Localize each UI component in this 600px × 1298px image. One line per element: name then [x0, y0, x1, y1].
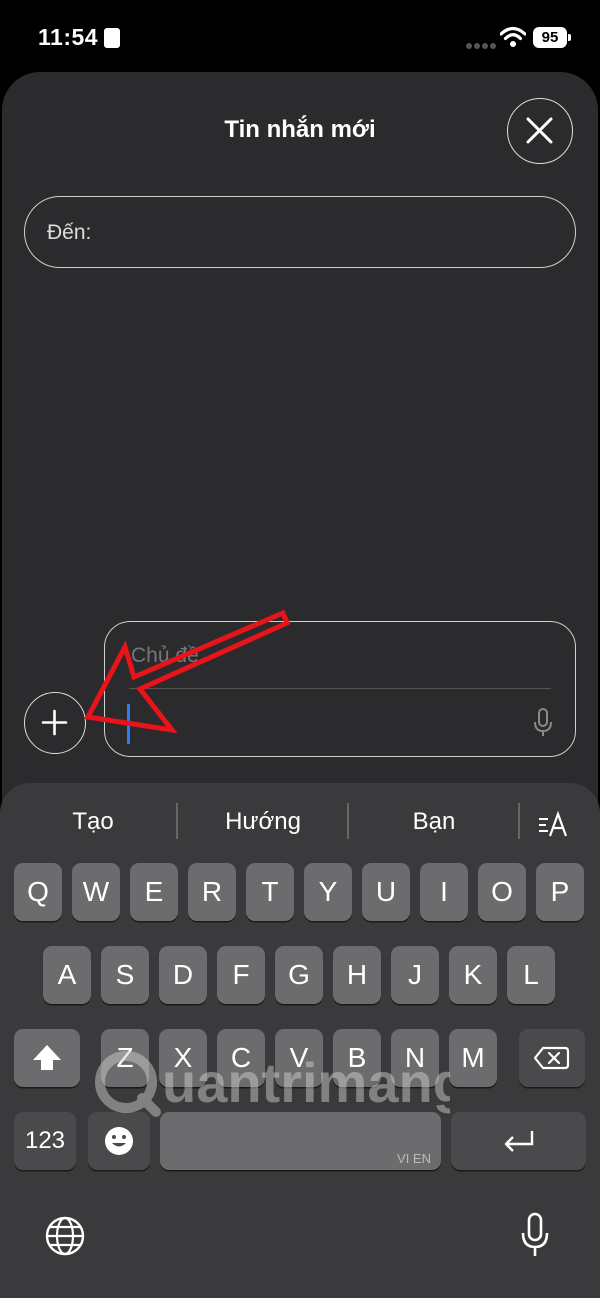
key-f[interactable]: F [217, 946, 265, 1004]
key-k[interactable]: K [449, 946, 497, 1004]
suggestion-divider [518, 803, 520, 839]
key-e[interactable]: E [130, 863, 178, 921]
contact-card-icon [104, 28, 120, 48]
key-m[interactable]: M [449, 1029, 497, 1087]
suggestion-2[interactable]: Hướng [178, 808, 348, 836]
status-bar: 11:54 95 [0, 0, 600, 70]
dictation-mic-icon[interactable] [533, 708, 553, 738]
key-w[interactable]: W [72, 863, 120, 921]
suggestion-1[interactable]: Tạo [8, 808, 178, 836]
key-r[interactable]: R [188, 863, 236, 921]
close-button[interactable] [507, 98, 573, 164]
key-j[interactable]: J [391, 946, 439, 1004]
space-key[interactable]: VI EN [160, 1112, 441, 1170]
recipient-field[interactable]: Đến: [24, 196, 576, 268]
key-p[interactable]: P [536, 863, 584, 921]
backspace-key[interactable] [519, 1029, 585, 1087]
emoji-key[interactable] [88, 1112, 150, 1170]
cellular-signal-icon [466, 36, 498, 54]
watermark-text: uantrimang [162, 1051, 450, 1114]
text-format-icon[interactable] [536, 810, 570, 840]
key-o[interactable]: O [478, 863, 526, 921]
dictation-mic-icon[interactable] [520, 1212, 550, 1258]
close-icon [526, 117, 553, 144]
language-label: VI EN [397, 1151, 431, 1166]
delete-icon [533, 1046, 570, 1070]
recipient-label: Đến: [47, 221, 92, 244]
key-t[interactable]: T [246, 863, 294, 921]
clock: 11:54 [38, 24, 99, 50]
key-i[interactable]: I [420, 863, 468, 921]
globe-icon[interactable] [44, 1215, 86, 1257]
annotation-arrow [84, 609, 291, 734]
key-l[interactable]: L [507, 946, 555, 1004]
key-h[interactable]: H [333, 946, 381, 1004]
wifi-icon [500, 26, 526, 47]
shift-icon [33, 1045, 61, 1070]
return-key[interactable] [451, 1112, 586, 1170]
plus-icon [41, 709, 68, 736]
numbers-key[interactable]: 123 [14, 1112, 76, 1170]
key-u[interactable]: U [362, 863, 410, 921]
add-attachment-button[interactable] [24, 692, 86, 754]
suggestion-3[interactable]: Bạn [349, 808, 519, 836]
shift-key[interactable] [14, 1029, 80, 1087]
key-y[interactable]: Y [304, 863, 352, 921]
battery-icon: 95 [533, 27, 571, 48]
emoji-icon [105, 1127, 133, 1155]
key-g[interactable]: G [275, 946, 323, 1004]
key-q[interactable]: Q [14, 863, 62, 921]
watermark-logo: uantrimang [95, 1051, 450, 1117]
key-d[interactable]: D [159, 946, 207, 1004]
key-s[interactable]: S [101, 946, 149, 1004]
return-icon [504, 1131, 534, 1152]
key-a[interactable]: A [43, 946, 91, 1004]
